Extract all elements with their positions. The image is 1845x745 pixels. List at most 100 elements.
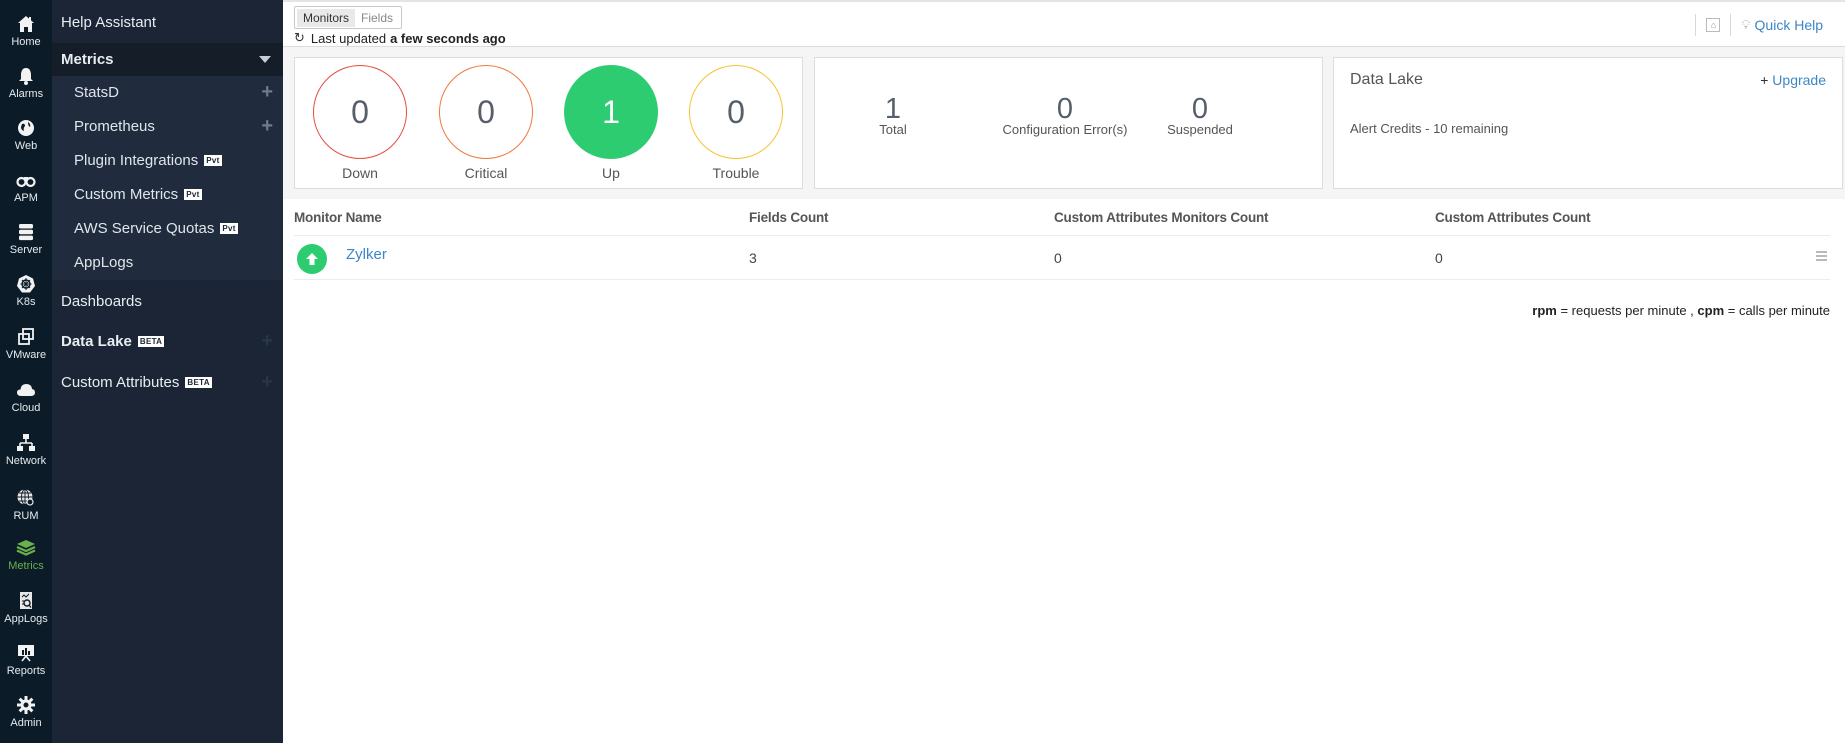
home-icon[interactable]: ⌂	[1706, 18, 1721, 32]
stat-label: Configuration Error(s)	[1002, 122, 1128, 137]
gear-icon	[17, 696, 35, 714]
ca-monitors-count: 0	[1054, 250, 1062, 266]
rail-item-applogs[interactable]: AppLogs	[0, 591, 52, 641]
upgrade-link[interactable]: + Upgrade	[1760, 72, 1826, 88]
rail-item-cloud[interactable]: Cloud	[0, 380, 52, 430]
status-card: 0 Down 0 Critical 1 Up 0 Trouble	[294, 57, 803, 189]
data-lake-card: Data Lake + Upgrade Alert Credits - 10 r…	[1333, 57, 1843, 189]
nav-item-aws-service-quotas[interactable]: AWS Service Quotas Pvt	[52, 212, 283, 244]
monitors-table: Monitor Name Fields Count Custom Attribu…	[294, 199, 1830, 280]
nav-item-custom-metrics[interactable]: Custom Metrics Pvt	[52, 178, 283, 210]
pvt-badge: Pvt	[184, 188, 202, 200]
rail-item-metrics[interactable]: Metrics	[0, 538, 52, 588]
layers-icon	[16, 540, 36, 556]
rail-label: AppLogs	[4, 613, 48, 625]
pvt-badge: Pvt	[220, 222, 238, 234]
stat-suspended[interactable]: 0 Suspended	[1160, 93, 1240, 138]
globe-icon	[18, 120, 34, 136]
rail-item-web[interactable]: Web	[0, 118, 52, 168]
quick-help-link[interactable]: 💡︎ Quick Help	[1741, 17, 1823, 33]
status-critical-ring[interactable]: 0	[439, 65, 533, 159]
add-prometheus-icon[interactable]: +	[261, 116, 273, 136]
column-header-monitor-name[interactable]: Monitor Name	[294, 210, 382, 225]
secondary-nav: Help Assistant Metrics StatsD + Promethe…	[52, 0, 283, 743]
rail-item-network[interactable]: Network	[0, 433, 52, 483]
network-icon	[17, 434, 35, 451]
top-border	[283, 0, 1845, 2]
nav-item-applogs[interactable]: AppLogs	[52, 246, 283, 278]
nav-label: Help Assistant	[61, 13, 157, 31]
vmware-icon	[18, 328, 34, 345]
refresh-icon[interactable]: ↻	[294, 30, 305, 46]
status-down-ring[interactable]: 0	[313, 65, 407, 159]
stat-config-errors[interactable]: 0 Configuration Error(s)	[995, 93, 1135, 138]
data-lake-title: Data Lake	[1350, 71, 1423, 88]
nav-item-plugin-integrations[interactable]: Plugin Integrations Pvt	[52, 144, 283, 176]
monitor-name-link[interactable]: Zylker	[346, 246, 387, 263]
status-count: 1	[602, 93, 620, 130]
status-label: Down	[342, 165, 378, 181]
rail-label: Network	[5, 455, 47, 467]
upgrade-label: Upgrade	[1772, 72, 1826, 88]
stat-value: 0	[1056, 93, 1074, 125]
nav-metrics-header[interactable]: Metrics	[52, 43, 283, 76]
add-statsd-icon[interactable]: +	[261, 82, 273, 102]
rail-item-rum[interactable]: RUM	[0, 488, 52, 538]
add-custom-attribute-icon[interactable]: +	[261, 372, 273, 392]
stat-value: 1	[884, 93, 902, 125]
status-trouble-ring[interactable]: 0	[689, 65, 783, 159]
legend-rpm: rpm	[1532, 303, 1557, 318]
status-up-ring[interactable]: 1	[564, 65, 658, 159]
divider	[1730, 14, 1732, 36]
nav-label: Data Lake	[61, 332, 132, 350]
kubernetes-icon	[17, 275, 35, 293]
rail-item-reports[interactable]: Reports	[0, 643, 52, 693]
metrics-submenu: StatsD + Prometheus + Plugin Integration…	[52, 76, 283, 280]
status-label: Trouble	[712, 165, 760, 181]
nav-dashboards[interactable]: Dashboards	[52, 288, 283, 314]
nav-label: Dashboards	[61, 292, 142, 310]
stat-total[interactable]: 1 Total	[863, 93, 923, 138]
tab-fields[interactable]: Fields	[355, 9, 399, 27]
nav-custom-attributes[interactable]: Custom Attributes BETA +	[52, 369, 283, 395]
view-toggle: Monitors Fields	[294, 6, 403, 29]
status-up-icon	[297, 244, 327, 274]
add-data-lake-icon[interactable]: +	[261, 331, 273, 351]
rail-label: VMware	[5, 349, 47, 361]
nav-label: Prometheus	[74, 117, 155, 135]
rail-item-apm[interactable]: APM	[0, 170, 52, 220]
rail-label: Home	[11, 36, 41, 48]
nav-item-statsd[interactable]: StatsD +	[52, 76, 283, 108]
column-header-fields-count[interactable]: Fields Count	[749, 210, 829, 225]
home-icon	[18, 16, 34, 32]
rail-item-k8s[interactable]: K8s	[0, 274, 52, 324]
nav-data-lake[interactable]: Data Lake BETA +	[52, 328, 283, 354]
rail-label: Metrics	[8, 560, 44, 572]
totals-card: 1 Total 0 Configuration Error(s) 0 Suspe…	[814, 57, 1323, 189]
rail-label: APM	[14, 192, 38, 204]
tab-monitors[interactable]: Monitors	[297, 8, 356, 27]
rail-item-alarms[interactable]: Alarms	[0, 66, 52, 116]
nav-label: AppLogs	[74, 253, 134, 271]
rail-item-admin[interactable]: Admin	[0, 695, 52, 745]
caret-down-icon	[259, 56, 271, 63]
row-menu-icon[interactable]	[1816, 251, 1827, 263]
applogs-icon	[20, 592, 32, 609]
rail-item-home[interactable]: Home	[0, 14, 52, 64]
last-updated: ↻ Last updated a few seconds ago	[294, 30, 506, 46]
rum-icon	[17, 489, 34, 506]
pvt-badge: Pvt	[204, 154, 222, 166]
rail-item-vmware[interactable]: VMware	[0, 327, 52, 377]
nav-help-assistant[interactable]: Help Assistant	[52, 10, 283, 34]
rail-label: Server	[9, 244, 43, 256]
column-header-ca-monitors-count[interactable]: Custom Attributes Monitors Count	[1054, 210, 1269, 225]
header-actions: ⌂ 💡︎ Quick Help	[1695, 14, 1823, 36]
reports-icon	[18, 645, 34, 662]
rail-item-server[interactable]: Server	[0, 222, 52, 272]
binoculars-icon	[16, 176, 36, 188]
nav-label: AWS Service Quotas	[74, 219, 215, 237]
stat-value: 0	[1191, 93, 1209, 125]
icon-rail: Home Alarms Web APM Server K8s VMware Cl…	[0, 0, 52, 743]
column-header-ca-count[interactable]: Custom Attributes Count	[1435, 210, 1591, 225]
nav-item-prometheus[interactable]: Prometheus +	[52, 110, 283, 142]
